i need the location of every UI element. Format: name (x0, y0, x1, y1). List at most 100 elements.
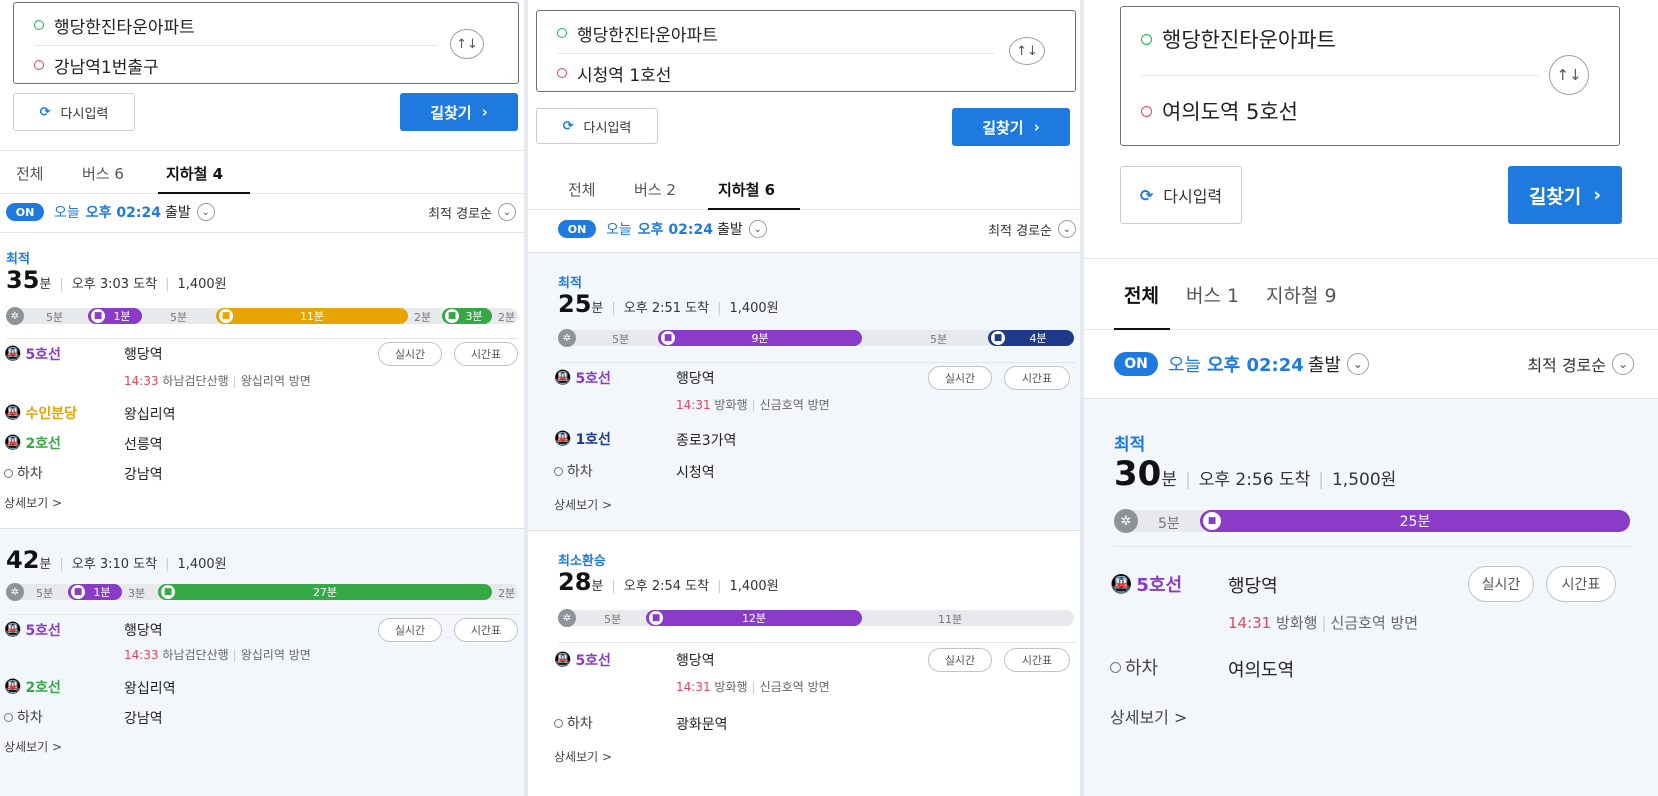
reset-button[interactable]: ⟳ 다시입력 (13, 93, 135, 131)
route-card-2[interactable]: 최소환승 28 분 | 오후 2:54 도착 | 1,400원 ✲ 5분 ■ 12… (528, 530, 1084, 796)
depart-on-badge[interactable]: ON (1114, 352, 1158, 376)
depart-time[interactable]: 오후 02:24 (638, 219, 713, 239)
route-input-box: 행당한진타운아파트 시청역 1호선 ↑↓ (536, 10, 1076, 92)
realtime-button[interactable]: 실시간 (1468, 566, 1534, 602)
destination-row[interactable]: 시청역 1호선 (537, 59, 1075, 87)
station-name: 선릉역 (124, 437, 163, 453)
depart-on-badge[interactable]: ON (558, 220, 596, 238)
subway-icon: 🚇 (4, 346, 22, 362)
find-route-button[interactable]: 길찾기 › (952, 108, 1070, 146)
step-row: 🚇 5호선 행당역 실시간 시간표 (0, 616, 524, 644)
tab-subway[interactable]: 지하철 6 (718, 179, 775, 200)
timeline-bar: ✲ 5분 ■ 25분 (1114, 509, 1630, 533)
fare: 1,400원 (177, 557, 227, 572)
detail-link[interactable]: 상세보기 > (4, 738, 62, 755)
find-route-label: 길찾기 (1528, 185, 1582, 208)
find-route-label: 길찾기 (982, 118, 1024, 137)
detail-link[interactable]: 상세보기 > (1110, 704, 1187, 728)
subway-icon: 🚇 (4, 622, 22, 638)
origin-row[interactable]: 행당한진타운아파트 (537, 19, 1075, 47)
chevron-down-icon[interactable]: ⌄ (196, 203, 215, 221)
reset-label: 다시입력 (583, 120, 632, 136)
timeline-bar: ✲ 5분 ■ 1분 5분 ■ 11분 2분 ■ 3분 2분 (6, 307, 518, 325)
realtime-button[interactable]: 실시간 (378, 342, 442, 366)
tab-subway[interactable]: 지하철 9 (1266, 281, 1337, 308)
subway-icon: 🚇 (4, 435, 22, 451)
find-route-button[interactable]: 길찾기 › (1508, 166, 1622, 224)
detail-link[interactable]: 상세보기 > (4, 494, 62, 511)
reset-button[interactable]: ⟳ 다시입력 (1120, 166, 1242, 224)
sort-label: 최적 경로순 (1527, 356, 1606, 375)
timeline-bar: ✲ 5분 ■ 1분 3분 ■ 27분 2분 (6, 583, 518, 601)
depart-time-row: ON 오늘 오후 02:24 출발 ⌄ 최적 경로순 ⌄ (0, 200, 524, 224)
total-minutes: 28 (558, 568, 592, 596)
station-name: 시청역 (676, 465, 715, 481)
depart-day: 오늘 (54, 205, 80, 221)
destination-row[interactable]: 강남역1번출구 (14, 51, 518, 79)
reset-label: 다시입력 (60, 106, 109, 122)
card-divider (0, 232, 524, 233)
timetable-button[interactable]: 시간표 (1004, 648, 1070, 672)
destination-row[interactable]: 여의도역 5호선 (1121, 93, 1619, 129)
timetable-button[interactable]: 시간표 (1004, 366, 1070, 390)
step-row: 🚇 5호선 행당역 실시간 시간표 (528, 646, 1084, 674)
destination-text: 여의도역 5호선 (1162, 100, 1298, 124)
reset-button[interactable]: ⟳ 다시입력 (536, 108, 658, 144)
swap-icon[interactable]: ↑↓ (1009, 37, 1045, 65)
sort-select[interactable]: 최적 경로순 ⌄ (428, 203, 516, 222)
subway-icon: 🚇 (554, 370, 572, 386)
segment-line2: ■ 27분 (158, 584, 492, 600)
tab-active-underline (1114, 328, 1170, 330)
departure-detail: 14:31 방화행 | 신금호역 방면 (676, 398, 830, 412)
route-card-1[interactable]: 최적 30 분 | 오후 2:56 도착 | 1,500원 ✲ 5분 ■ 25분 … (1084, 398, 1658, 796)
route-card-1[interactable]: 최적 25 분 | 오후 2:51 도착 | 1,400원 ✲ 5분 ■ 9분 5… (528, 252, 1084, 530)
minutes-unit: 분 (39, 277, 52, 292)
station-name: 행당역 (124, 347, 163, 363)
origin-row[interactable]: 행당한진타운아파트 (1121, 21, 1619, 57)
sort-select[interactable]: 최적 경로순 ⌄ (1527, 352, 1634, 376)
route-card-2[interactable]: 42 분 | 오후 3:10 도착 | 1,400원 ✲ 5분 ■ 1분 3분 ■… (0, 528, 524, 796)
find-route-label: 길찾기 (430, 103, 472, 122)
find-route-button[interactable]: 길찾기 › (400, 93, 518, 131)
sort-select[interactable]: 최적 경로순 ⌄ (988, 220, 1076, 239)
chevron-right-icon: › (1033, 118, 1040, 136)
departure-detail: 14:33 하남검단산행 | 왕십리역 방면 (124, 374, 311, 388)
realtime-button[interactable]: 실시간 (378, 618, 442, 642)
depart-time[interactable]: 오후 02:24 (1207, 351, 1304, 377)
timetable-button[interactable]: 시간표 (454, 618, 518, 642)
tab-all[interactable]: 전체 (1124, 281, 1159, 308)
depart-on-badge[interactable]: ON (6, 203, 44, 221)
chevron-down-icon[interactable]: ⌄ (1346, 353, 1369, 375)
route-card-1[interactable]: 최적 35 분 | 오후 3:03 도착 | 1,400원 ✲ 5분 ■ 1분 5… (0, 232, 524, 528)
detail-link[interactable]: 상세보기 > (554, 496, 612, 513)
depart-time[interactable]: 오후 02:24 (86, 202, 161, 222)
get-off-icon (554, 718, 563, 728)
tab-bus[interactable]: 버스 6 (82, 163, 124, 184)
depart-suffix: 출발 (1307, 355, 1341, 376)
swap-icon[interactable]: ↑↓ (450, 29, 484, 59)
card-inner-divider (558, 642, 1076, 643)
timeline-bar: ✲ 5분 ■ 9분 5분 ■ 4분 (558, 329, 1074, 347)
tab-all[interactable]: 전체 (16, 163, 44, 184)
detail-link[interactable]: 상세보기 > (554, 748, 612, 765)
tab-subway[interactable]: 지하철 4 (166, 163, 223, 184)
input-separator (557, 53, 995, 54)
step-row: 하차 여의도역 (1084, 652, 1658, 682)
step-row: 🚇 5호선 행당역 실시간 시간표 (1084, 566, 1658, 602)
step-row: 하차 강남역 (0, 706, 524, 728)
mode-tabs: 전체 버스 2 지하철 6 (528, 166, 1084, 210)
tab-bus[interactable]: 버스 1 (1186, 281, 1239, 308)
realtime-button[interactable]: 실시간 (928, 648, 992, 672)
swap-icon[interactable]: ↑↓ (1549, 55, 1589, 95)
realtime-button[interactable]: 실시간 (928, 366, 992, 390)
refresh-icon: ⟳ (1139, 185, 1154, 205)
timetable-button[interactable]: 시간표 (1546, 566, 1616, 602)
tab-all[interactable]: 전체 (568, 179, 596, 200)
chevron-down-icon[interactable]: ⌄ (748, 220, 767, 238)
segment-line1: ■ 4분 (988, 330, 1074, 346)
station-name: 행당역 (1228, 576, 1278, 597)
timetable-button[interactable]: 시간표 (454, 342, 518, 366)
origin-row[interactable]: 행당한진타운아파트 (14, 11, 518, 39)
walk-label: 2분 (498, 587, 516, 600)
tab-bus[interactable]: 버스 2 (634, 179, 676, 200)
